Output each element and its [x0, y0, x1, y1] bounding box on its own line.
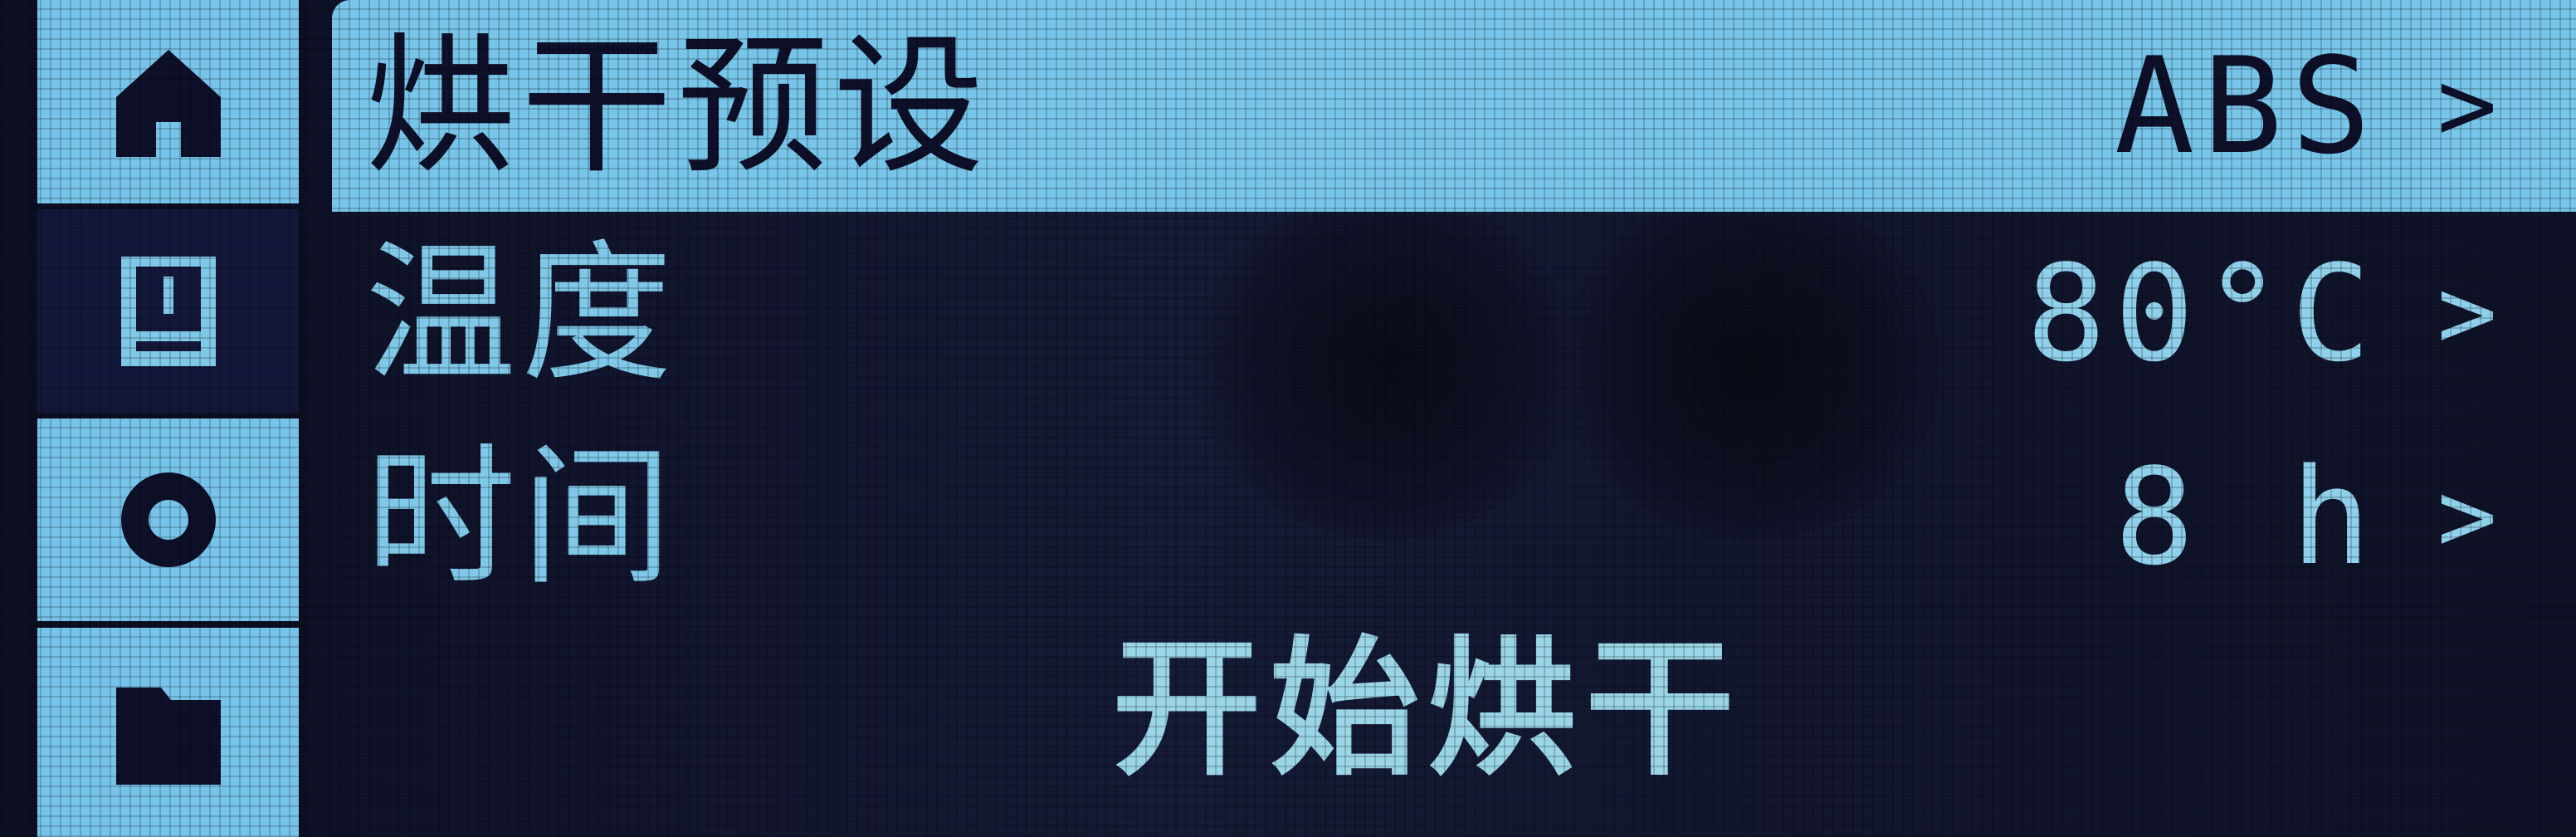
sidebar	[0, 0, 307, 837]
menu-row-time[interactable]: 时间 8 h >	[332, 415, 2576, 619]
folder-icon	[115, 688, 221, 785]
chevron-right-icon: >	[2437, 458, 2497, 575]
drying-preset-label: 烘干预设	[365, 17, 989, 194]
time-label: 时间	[365, 428, 677, 605]
chevron-right-icon: >	[2437, 255, 2497, 371]
menu-row-temperature[interactable]: 温度 80°C >	[332, 212, 2576, 415]
menu-row-drying-preset[interactable]: 烘干预设 ABS >	[332, 0, 2576, 212]
home-icon	[115, 49, 221, 157]
drying-preset-value: ABS	[2114, 27, 2379, 184]
temperature-value: 80°C	[2026, 235, 2379, 391]
temperature-label: 温度	[365, 225, 677, 402]
sidebar-item-settings[interactable]	[37, 418, 299, 621]
sidebar-item-home[interactable]	[37, 0, 299, 203]
settings-icon	[120, 472, 216, 567]
start-drying-button[interactable]: 开始烘干	[1104, 627, 1751, 793]
printer-icon	[120, 256, 216, 366]
drying-screen: 烘干预设 ABS > 温度 80°C > 时间 8 h > 开始烘干	[0, 0, 2576, 837]
chevron-right-icon: >	[2437, 47, 2497, 164]
time-value: 8 h	[2114, 438, 2379, 595]
sidebar-item-printer[interactable]	[37, 209, 299, 413]
sidebar-item-files[interactable]	[37, 628, 299, 837]
